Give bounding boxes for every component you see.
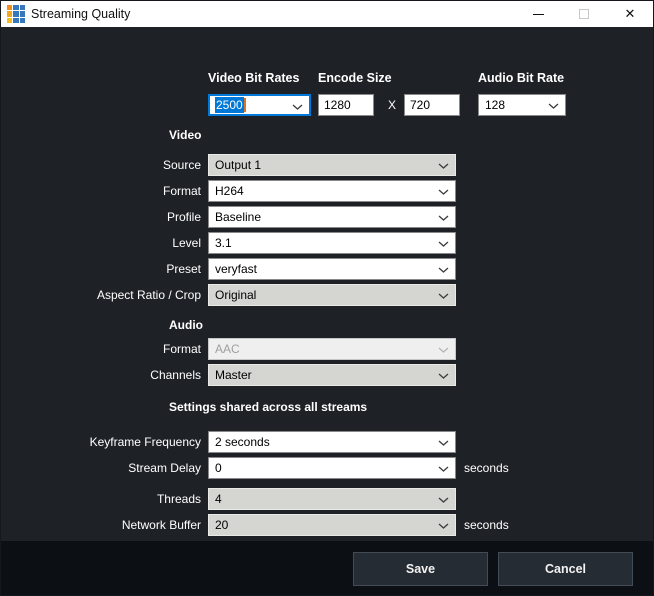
maximize-button: [561, 1, 607, 27]
video-section-header: Video: [169, 128, 201, 143]
combo-text: 0: [215, 461, 222, 475]
chevron-down-icon: [438, 497, 449, 503]
audio-format-combo: AAC: [208, 338, 456, 360]
title-bar: Streaming Quality ✕: [1, 1, 653, 27]
video-bit-rate-combo[interactable]: 2500: [208, 94, 311, 116]
window-title: Streaming Quality: [31, 1, 130, 27]
encode-width-input[interactable]: [318, 94, 374, 116]
audio-bit-rate-label: Audio Bit Rate: [478, 71, 564, 85]
dialog-footer: Save Cancel: [1, 541, 653, 596]
combo-text: Original: [215, 288, 256, 302]
text-caret: [244, 98, 246, 112]
form-row: Keyframe Frequency 2 seconds: [1, 431, 653, 453]
dialog-body: Video Bit Rates Encode Size Audio Bit Ra…: [1, 27, 653, 541]
combo-text: veryfast: [215, 262, 257, 276]
top-controls-row: 2500 128: [1, 94, 653, 116]
form-row: Format H264: [1, 180, 653, 202]
form-row: Profile Baseline: [1, 206, 653, 228]
video-format-combo[interactable]: H264: [208, 180, 456, 202]
chevron-down-icon: [438, 189, 449, 195]
keyframe-frequency-label: Keyframe Frequency: [1, 431, 201, 453]
keyframe-frequency-combo[interactable]: 2 seconds: [208, 431, 456, 453]
chevron-down-icon: [438, 373, 449, 379]
chevron-down-icon: [292, 104, 303, 110]
form-row: Level 3.1: [1, 232, 653, 254]
combo-text: 3.1: [215, 236, 232, 250]
chevron-down-icon: [438, 440, 449, 446]
channels-label: Channels: [1, 364, 201, 386]
encode-height-input[interactable]: [404, 94, 460, 116]
chevron-down-icon: [438, 267, 449, 273]
network-buffer-suffix: seconds: [464, 514, 509, 536]
combo-text: 4: [215, 492, 222, 506]
combo-text: AAC: [215, 342, 240, 356]
chevron-down-icon: [438, 163, 449, 169]
encode-size-label: Encode Size: [318, 71, 392, 85]
chevron-down-icon: [438, 466, 449, 472]
source-combo[interactable]: Output 1: [208, 154, 456, 176]
form-row: Preset veryfast: [1, 258, 653, 280]
chevron-down-icon: [548, 103, 559, 109]
combo-text: Output 1: [215, 158, 261, 172]
audio-bit-rate-combo[interactable]: 128: [478, 94, 566, 116]
form-row: Source Output 1: [1, 154, 653, 176]
form-row: Network Buffer 20 seconds: [1, 514, 653, 536]
cancel-button[interactable]: Cancel: [498, 552, 633, 586]
threads-combo[interactable]: 4: [208, 488, 456, 510]
aspect-ratio-crop-label: Aspect Ratio / Crop: [1, 284, 201, 306]
audio-format-label: Format: [1, 338, 201, 360]
chevron-down-icon: [438, 293, 449, 299]
chevron-down-icon: [438, 347, 449, 353]
stream-delay-combo[interactable]: 0: [208, 457, 456, 479]
app-grid-icon: [7, 5, 25, 23]
profile-label: Profile: [1, 206, 201, 228]
form-row: Stream Delay 0 seconds: [1, 457, 653, 479]
combo-text: 2 seconds: [215, 435, 270, 449]
profile-combo[interactable]: Baseline: [208, 206, 456, 228]
chevron-down-icon: [438, 241, 449, 247]
combo-text: 128: [485, 98, 505, 112]
combo-text: 20: [215, 518, 228, 532]
preset-label: Preset: [1, 258, 201, 280]
source-label: Source: [1, 154, 201, 176]
preset-combo[interactable]: veryfast: [208, 258, 456, 280]
minimize-icon: [533, 14, 544, 15]
combo-text: H264: [215, 184, 244, 198]
channels-combo[interactable]: Master: [208, 364, 456, 386]
stream-delay-label: Stream Delay: [1, 457, 201, 479]
stream-delay-suffix: seconds: [464, 457, 509, 479]
streaming-quality-dialog: Streaming Quality ✕ Video Bit Rates Enco…: [0, 0, 654, 596]
save-button[interactable]: Save: [353, 552, 488, 586]
level-label: Level: [1, 232, 201, 254]
chevron-down-icon: [438, 523, 449, 529]
aspect-ratio-crop-combo[interactable]: Original: [208, 284, 456, 306]
form-row: Threads 4: [1, 488, 653, 510]
form-row: Format AAC: [1, 338, 653, 360]
combo-text: Master: [215, 368, 252, 382]
maximize-icon: [579, 9, 589, 19]
close-icon: ✕: [625, 6, 636, 22]
video-bit-rates-label: Video Bit Rates: [208, 71, 299, 85]
video-format-label: Format: [1, 180, 201, 202]
chevron-down-icon: [438, 215, 449, 221]
network-buffer-combo[interactable]: 20: [208, 514, 456, 536]
encode-size-separator: X: [384, 94, 400, 116]
level-combo[interactable]: 3.1: [208, 232, 456, 254]
close-button[interactable]: ✕: [607, 1, 653, 27]
form-row: Channels Master: [1, 364, 653, 386]
audio-section-header: Audio: [169, 318, 203, 333]
network-buffer-label: Network Buffer: [1, 514, 201, 536]
threads-label: Threads: [1, 488, 201, 510]
form-row: Aspect Ratio / Crop Original: [1, 284, 653, 306]
shared-settings-header: Settings shared across all streams: [169, 400, 367, 415]
combo-selected-text: 2500: [215, 97, 244, 113]
combo-text: Baseline: [215, 210, 261, 224]
minimize-button[interactable]: [515, 1, 561, 27]
